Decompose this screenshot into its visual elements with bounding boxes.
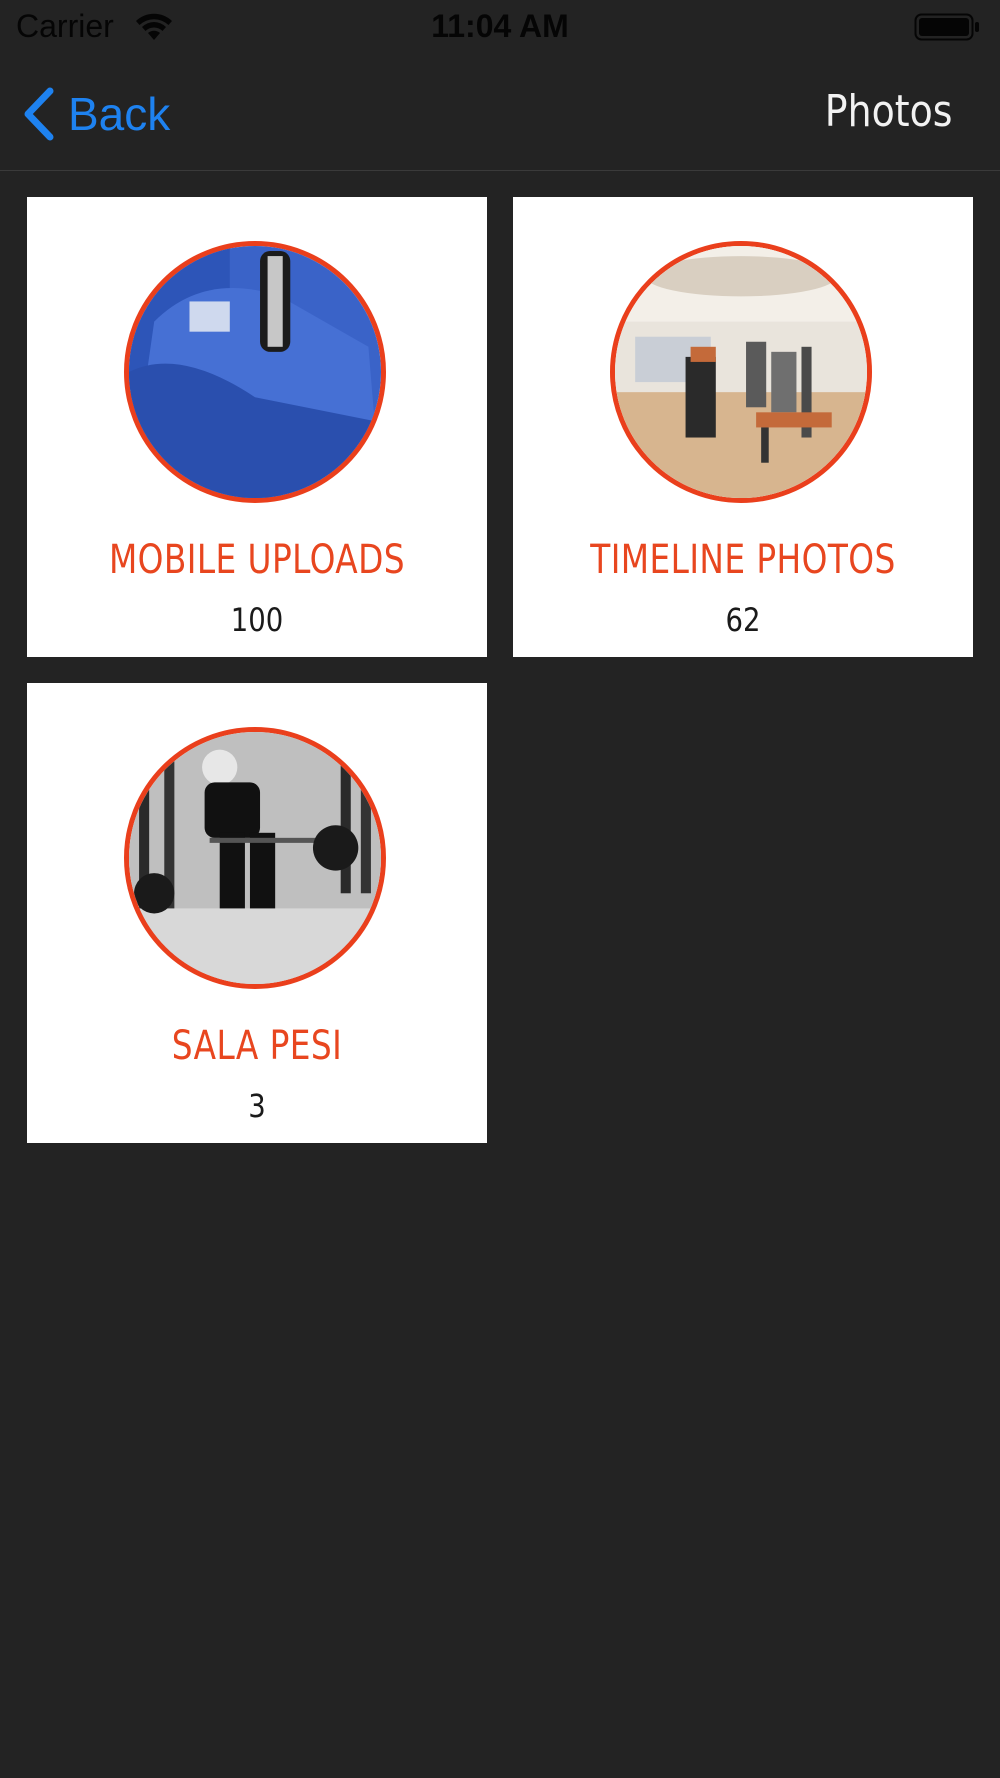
album-title: SALA PESI: [171, 1023, 343, 1069]
battery-icon: [914, 13, 979, 41]
status-bar: Carrier 11:04 AM: [0, 0, 1000, 56]
album-count: 62: [725, 601, 761, 639]
album-title: MOBILE UPLOADS: [108, 537, 406, 583]
album-card-mobile-uploads[interactable]: MOBILE UPLOADS 100: [27, 197, 487, 657]
back-button[interactable]: Back: [22, 84, 170, 144]
album-count: 3: [248, 1087, 266, 1125]
album-card-timeline-photos[interactable]: TIMELINE PHOTOS 62: [513, 197, 973, 657]
album-thumbnail: [124, 727, 386, 989]
clock: 11:04 AM: [431, 8, 569, 44]
nav-bar: Back Photos: [0, 56, 1000, 171]
album-card-sala-pesi[interactable]: SALA PESI 3: [27, 683, 487, 1143]
back-label: Back: [68, 88, 171, 140]
page-title: Photos: [824, 86, 952, 137]
album-thumbnail: [124, 241, 386, 503]
album-thumbnail: [610, 241, 872, 503]
chevron-left-icon: [24, 87, 54, 141]
album-count: 100: [230, 601, 284, 639]
album-title: TIMELINE PHOTOS: [590, 537, 896, 583]
